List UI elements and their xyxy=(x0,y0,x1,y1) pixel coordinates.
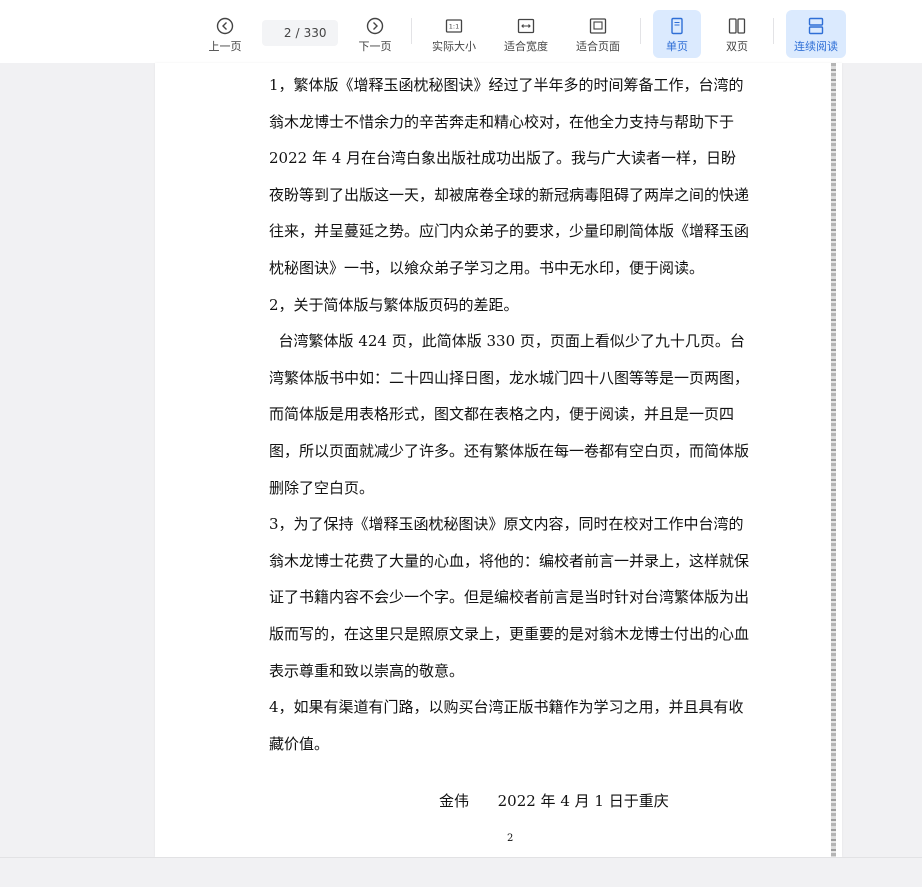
actual-size-icon: 1:1 xyxy=(445,19,463,33)
paragraph: 1，繁体版《增释玉函枕秘图诀》经过了半年多的时间筹备工作，台湾的翁木龙博士不惜余… xyxy=(269,76,750,277)
page-number-field[interactable]: 2 / 330 xyxy=(262,20,338,46)
fit-page-icon xyxy=(589,18,607,34)
fit-width-icon xyxy=(517,18,535,34)
document-page: 1，繁体版《增释玉函枕秘图诀》经过了半年多的时间筹备工作，台湾的翁木龙博士不惜余… xyxy=(155,63,842,857)
bottom-status-bar xyxy=(0,857,922,887)
paragraph: 台湾繁体版 424 页，此简体版 330 页，页面上看似少了九十几页。台湾繁体版… xyxy=(269,332,750,497)
page-separator: / xyxy=(295,26,300,40)
toolbar-divider xyxy=(773,18,774,44)
toolbar-divider xyxy=(411,18,412,44)
single-page-label: 单页 xyxy=(666,40,688,53)
toolbar: 上一页 2 / 330 下一页 1:1 实际大小 适合宽度 适合页面 单页 双页… xyxy=(0,0,922,63)
paragraph: 2，关于简体版与繁体版页码的差距。 xyxy=(269,295,519,314)
fit-width-label: 适合宽度 xyxy=(504,40,548,53)
paragraph: 3，为了保持《增释玉函枕秘图诀》原文内容，同时在校对工作中台湾的翁木龙博士花费了… xyxy=(269,515,750,680)
fit-page-label: 适合页面 xyxy=(576,40,620,53)
continuous-scroll-icon xyxy=(808,17,824,35)
prev-page-label: 上一页 xyxy=(208,40,242,53)
continuous-reading-button[interactable]: 连续阅读 xyxy=(786,10,846,58)
continuous-reading-label: 连续阅读 xyxy=(794,40,838,53)
page-text: 1，繁体版《增释玉函枕秘图诀》经过了半年多的时间筹备工作，台湾的翁木龙博士不惜余… xyxy=(269,67,749,762)
page-number-footer: 2 xyxy=(507,833,514,844)
double-page-icon xyxy=(728,18,746,34)
toolbar-divider xyxy=(640,18,641,44)
fit-page-button[interactable]: 适合页面 xyxy=(572,10,624,58)
current-page-value[interactable]: 2 xyxy=(274,26,292,40)
single-page-button[interactable]: 单页 xyxy=(653,10,701,58)
scan-edge xyxy=(831,63,836,857)
actual-size-button[interactable]: 1:1 实际大小 xyxy=(428,10,480,58)
prev-page-button[interactable]: 上一页 xyxy=(204,10,246,58)
paragraph: 4，如果有渠道有门路，以购买台湾正版书籍作为学习之用，并且具有收藏价值。 xyxy=(269,698,744,753)
total-pages-value: 330 xyxy=(303,26,327,40)
single-page-icon xyxy=(671,17,683,35)
signature-line: 金伟 2022 年 4 月 1 日于重庆 xyxy=(439,792,669,810)
svg-text:1:1: 1:1 xyxy=(449,23,459,31)
next-page-button[interactable]: 下一页 xyxy=(354,10,396,58)
chevron-right-circle-icon xyxy=(366,17,384,35)
double-page-label: 双页 xyxy=(726,40,748,53)
chevron-left-circle-icon xyxy=(216,17,234,35)
double-page-button[interactable]: 双页 xyxy=(715,10,759,58)
actual-size-label: 实际大小 xyxy=(432,40,476,53)
next-page-label: 下一页 xyxy=(358,40,392,53)
fit-width-button[interactable]: 适合宽度 xyxy=(500,10,552,58)
